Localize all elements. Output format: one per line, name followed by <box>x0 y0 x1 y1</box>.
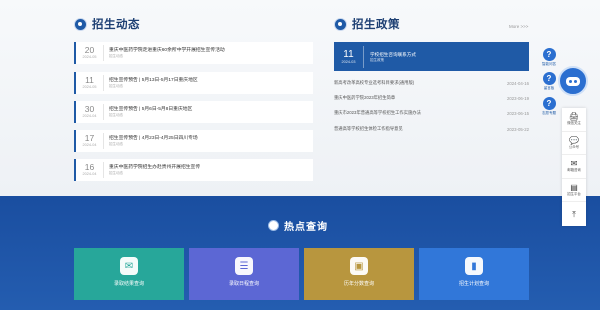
quick-link-label: 留言板 <box>543 86 555 90</box>
policy-title[interactable]: 新高考改革高校专业选考科目要求(通用版) <box>334 80 414 86</box>
back-to-top-icon: ⤒ <box>572 209 576 219</box>
news-item[interactable]: 20 2024-05 重庆中医药学院走进重庆60余所中学开展招生宣传活动 招生动… <box>74 42 313 64</box>
news-item[interactable]: 30 2024-04 招生宣传预告 | 5月6日-5月8日重庆地区 招生动态 <box>74 101 313 123</box>
news-month: 2024-05 <box>82 55 97 59</box>
official-account-button[interactable]: 💬 公众号 <box>562 132 586 156</box>
news-category: 招生动态 <box>109 142 123 146</box>
admissions-platform-button[interactable]: ▤ 招生平台 <box>562 179 586 203</box>
news-month: 2024-04 <box>82 172 97 176</box>
rail-label: 微信关注 <box>567 121 581 126</box>
quick-link-label: 志愿专题 <box>542 111 556 115</box>
news-date: 16 2024-04 <box>76 162 104 178</box>
policy-date: 2023-06-19 <box>507 95 529 101</box>
news-title[interactable]: 招生宣传预告 | 5月13日-5月17日重庆地区 <box>109 77 198 84</box>
smart-qa-link[interactable]: ? 智能问答 <box>540 48 558 67</box>
question-icon: ? <box>542 72 556 85</box>
robot-assistant-icon[interactable] <box>558 66 588 96</box>
news-day: 17 <box>84 133 95 143</box>
news-month: 2024-04 <box>82 143 97 147</box>
news-item[interactable]: 16 2024-04 重庆中医药学院招生办赴贵州开展招生宣传 招生动态 <box>74 159 313 181</box>
folder-icon: ▣ <box>350 257 368 275</box>
card-label: 招生计划查询 <box>458 281 489 287</box>
question-icon: ? <box>542 97 556 110</box>
news-category: 招生动态 <box>109 84 123 88</box>
featured-day: 11 <box>343 48 354 60</box>
news-day: 16 <box>84 162 95 172</box>
admissions-policy-header: 招生政策 <box>334 16 400 32</box>
school-logo-icon <box>268 220 279 231</box>
policy-date: 2023-05-22 <box>507 126 529 132</box>
school-logo-icon <box>74 17 87 31</box>
news-category: 招生动态 <box>109 113 123 117</box>
side-rail: 🖨 微信关注 💬 公众号 ✉ 邮箱咨询 ▤ 招生平台 ⤒ <box>562 108 586 226</box>
policy-date: 2024-04-16 <box>507 80 529 86</box>
chat-icon: 💬 <box>569 135 579 145</box>
featured-category: 招生政策 <box>370 57 384 62</box>
admissions-policy-title: 招生政策 <box>352 19 400 31</box>
news-item[interactable]: 11 2024-05 招生宣传预告 | 5月13日-5月17日重庆地区 招生动态 <box>74 72 313 94</box>
card-label: 历年分数查询 <box>343 281 374 287</box>
news-month: 2024-04 <box>82 114 97 118</box>
question-icon: ? <box>542 48 556 61</box>
policy-title[interactable]: 重庆市2023年普通高等学校招生工作实施办法 <box>334 110 421 116</box>
admissions-news-title: 招生动态 <box>92 19 140 31</box>
card-label: 录取结果查询 <box>113 281 144 287</box>
hot-query-title: 热点查询 <box>284 222 328 233</box>
news-title[interactable]: 招生宣传预告 | 5月6日-5月8日重庆地区 <box>109 106 192 113</box>
news-date: 11 2024-05 <box>76 75 104 91</box>
featured-policy-item[interactable]: 11 2024-03 学校招生咨询联系方式 招生政策 <box>334 42 529 71</box>
hot-query-header: 热点查询 <box>268 218 328 233</box>
policy-list-item[interactable]: 重庆中医药学院2023年招生简章 2023-06-19 <box>334 93 529 103</box>
admission-schedule-card[interactable]: ☰ 录取日程查询 <box>189 248 299 300</box>
volunteer-topic-link[interactable]: ? 志愿专题 <box>540 97 558 116</box>
featured-month: 2024-03 <box>341 59 356 64</box>
news-date: 30 2024-04 <box>76 104 104 120</box>
bookmark-icon: ▮ <box>465 257 483 275</box>
policy-title[interactable]: 重庆中医药学院2023年招生简章 <box>334 95 395 101</box>
news-month: 2024-05 <box>82 85 97 89</box>
wechat-follow-button[interactable]: 🖨 微信关注 <box>562 108 586 132</box>
news-date: 20 2024-05 <box>76 45 104 61</box>
policy-title[interactable]: 普通高等学校招生体检工作指导意见 <box>334 126 403 132</box>
policy-list-item[interactable]: 新高考改革高校专业选考科目要求(通用版) 2024-04-16 <box>334 78 529 88</box>
rail-label: 招生平台 <box>567 192 581 197</box>
news-title[interactable]: 招生宣传预告 | 4月23日-4月25日四川专场 <box>109 135 198 142</box>
featured-date: 11 2024-03 <box>334 45 364 68</box>
news-day: 11 <box>85 75 94 85</box>
printer-icon: 🖨 <box>568 112 580 122</box>
news-day: 20 <box>84 45 95 55</box>
envelope-icon: ✉ <box>120 257 138 275</box>
news-item[interactable]: 17 2024-04 招生宣传预告 | 4月23日-4月25日四川专场 招生动态 <box>74 130 313 152</box>
policy-list-item[interactable]: 重庆市2023年普通高等学校招生工作实施办法 2023-06-15 <box>334 108 529 118</box>
news-category: 招生动态 <box>109 171 123 175</box>
message-board-link[interactable]: ? 留言板 <box>540 72 558 91</box>
card-label: 录取日程查询 <box>228 281 259 287</box>
news-category: 招生动态 <box>109 54 123 58</box>
admission-result-card[interactable]: ✉ 录取结果查询 <box>74 248 184 300</box>
list-icon: ☰ <box>235 257 253 275</box>
more-link[interactable]: More >>> <box>509 24 528 29</box>
policy-date: 2023-06-15 <box>507 110 529 116</box>
news-day: 30 <box>84 104 95 114</box>
rail-label: 邮箱咨询 <box>567 168 581 173</box>
news-title[interactable]: 重庆中医药学院招生办赴贵州开展招生宣传 <box>109 164 200 171</box>
school-logo-icon <box>334 17 347 31</box>
admissions-news-header: 招生动态 <box>74 16 140 32</box>
email-consult-button[interactable]: ✉ 邮箱咨询 <box>562 155 586 179</box>
news-title[interactable]: 重庆中医药学院走进重庆60余所中学开展招生宣传活动 <box>109 47 225 54</box>
back-to-top-button[interactable]: ⤒ <box>562 202 586 226</box>
past-scores-card[interactable]: ▣ 历年分数查询 <box>304 248 414 300</box>
enrollment-plan-card[interactable]: ▮ 招生计划查询 <box>419 248 529 300</box>
rail-label: 公众号 <box>568 144 580 149</box>
featured-title[interactable]: 学校招生咨询联系方式 <box>370 51 416 58</box>
news-date: 17 2024-04 <box>76 133 104 149</box>
quick-link-label: 智能问答 <box>542 62 556 66</box>
grid-icon: ▤ <box>570 183 578 193</box>
policy-list-item[interactable]: 普通高等学校招生体检工作指导意见 2023-05-22 <box>334 124 529 134</box>
